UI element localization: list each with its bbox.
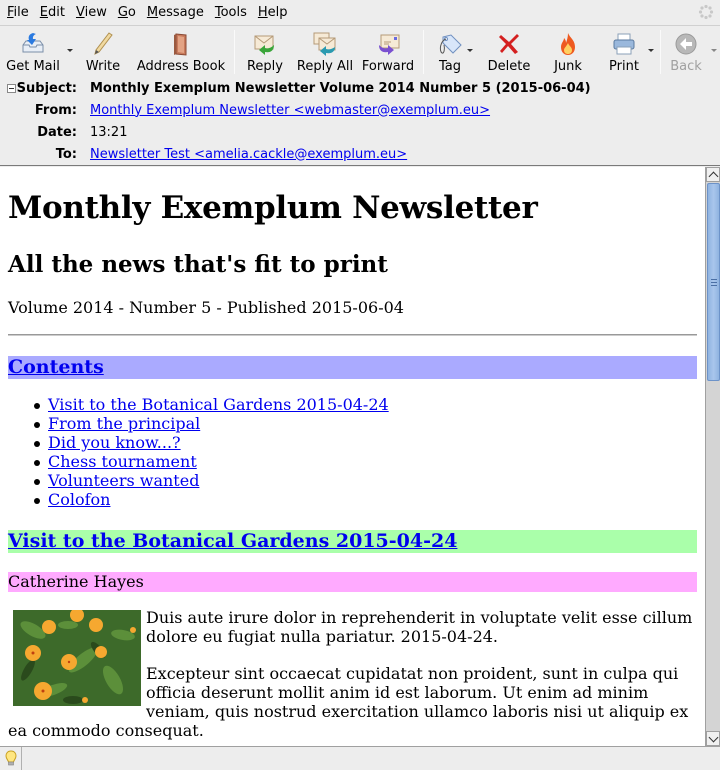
toc-link-did-you-know[interactable]: Did you know...?	[48, 433, 181, 452]
back-button[interactable]: Back	[668, 28, 704, 76]
to-row: To: Newsletter Test <amelia.cackle@exemp…	[0, 144, 407, 164]
toolbar-separator	[234, 30, 235, 74]
toc-link-chess-tournament[interactable]: Chess tournament	[48, 452, 197, 471]
toc-item: Visit to the Botanical Gardens 2015-04-2…	[33, 395, 389, 414]
subject-value: Monthly Exemplum Newsletter Volume 2014 …	[90, 80, 591, 96]
toc-item: Chess tournament	[33, 452, 389, 471]
botanical-gardens-heading-link[interactable]: Visit to the Botanical Gardens 2015-04-2…	[8, 530, 457, 552]
tag-dropdown-arrow[interactable]	[467, 49, 473, 52]
menu-view[interactable]: View	[73, 5, 113, 20]
toolbar-separator	[423, 30, 424, 74]
newsletter-title: Monthly Exemplum Newsletter	[8, 190, 538, 226]
date-value: 13:21	[90, 124, 128, 140]
to-label: To:	[55, 146, 77, 162]
address-book-button[interactable]: Address Book	[135, 28, 227, 76]
volume-line: Volume 2014 - Number 5 - Published 2015-…	[8, 298, 404, 317]
subject-label: Subject:	[16, 80, 77, 96]
toc-item: From the principal	[33, 414, 389, 433]
status-text-area	[23, 747, 720, 770]
message-vertical-scrollbar[interactable]	[705, 167, 720, 746]
menu-tools[interactable]: Tools	[212, 5, 253, 20]
contents-heading-link[interactable]: Contents	[8, 356, 104, 378]
botanical-gardens-heading-bar: Visit to the Botanical Gardens 2015-04-2…	[8, 530, 697, 553]
back-dropdown-arrow[interactable]	[711, 49, 717, 52]
toc-link-botanical-gardens[interactable]: Visit to the Botanical Gardens 2015-04-2…	[48, 395, 389, 414]
scroll-up-arrow[interactable]	[706, 167, 720, 182]
menu-help[interactable]: Help	[255, 5, 294, 20]
delete-button[interactable]: Delete	[486, 28, 532, 76]
get-mail-icon	[22, 33, 44, 53]
date-label: Date:	[37, 124, 77, 140]
toc-link-from-principal[interactable]: From the principal	[48, 414, 200, 433]
toolbar-separator	[660, 30, 661, 74]
toc-link-colofon[interactable]: Colofon	[48, 490, 110, 509]
marigold-flowers-image	[13, 610, 141, 706]
main-toolbar: Get Mail Write Address Book Reply Reply …	[0, 25, 720, 77]
write-button[interactable]: Write	[84, 28, 122, 76]
message-body: Monthly Exemplum Newsletter All the news…	[0, 167, 705, 746]
junk-flame-icon	[561, 33, 575, 55]
from-address-link[interactable]: Monthly Exemplum Newsletter <webmaster@e…	[90, 103, 490, 118]
delete-x-icon	[499, 34, 519, 54]
toc-item: Volunteers wanted	[33, 471, 389, 490]
date-row: Date: 13:21	[0, 122, 127, 142]
reply-icon	[254, 35, 274, 55]
scroll-down-arrow[interactable]	[706, 731, 720, 746]
reply-all-button[interactable]: Reply All	[297, 28, 353, 76]
menu-edit[interactable]: Edit	[37, 5, 71, 20]
subject-row: Subject: Monthly Exemplum Newsletter Vol…	[0, 78, 591, 98]
forward-icon	[379, 34, 400, 55]
tag-icon	[439, 34, 462, 54]
get-mail-button[interactable]: Get Mail	[4, 28, 62, 76]
tag-button[interactable]: Tag	[435, 28, 465, 76]
toc-item: Colofon	[33, 490, 389, 509]
from-label: From:	[34, 102, 77, 118]
lightbulb-icon	[5, 750, 17, 766]
newsletter-subtitle: All the news that's fit to print	[8, 251, 388, 278]
to-address-link[interactable]: Newsletter Test <amelia.cackle@exemplum.…	[90, 147, 407, 162]
menubar: File Edit View Go Message Tools Help	[0, 0, 720, 24]
menu-message[interactable]: Message	[144, 5, 210, 20]
menu-go[interactable]: Go	[115, 5, 142, 20]
reply-all-icon	[313, 32, 336, 56]
article-body: Duis aute irure dolor in reprehenderit i…	[8, 608, 697, 746]
menu-file[interactable]: File	[4, 5, 35, 20]
pencil-icon	[94, 32, 113, 55]
toc-item: Did you know...?	[33, 433, 389, 452]
print-button[interactable]: Print	[605, 28, 643, 76]
print-dropdown-arrow[interactable]	[648, 49, 654, 52]
back-arrow-icon	[675, 33, 697, 55]
contents-heading-bar: Contents	[8, 356, 697, 379]
get-mail-dropdown-arrow[interactable]	[67, 49, 73, 52]
toc-link-volunteers-wanted[interactable]: Volunteers wanted	[48, 471, 199, 490]
junk-button[interactable]: Junk	[552, 28, 584, 76]
scrollbar-grip-icon	[711, 279, 717, 286]
horizontal-rule	[8, 334, 697, 336]
scrollbar-thumb[interactable]	[707, 183, 720, 381]
message-headers: Subject: Monthly Exemplum Newsletter Vol…	[0, 78, 720, 166]
author-bar: Catherine Hayes	[8, 572, 697, 592]
from-row: From: Monthly Exemplum Newsletter <webma…	[0, 100, 490, 120]
printer-icon	[613, 33, 635, 55]
reply-button[interactable]: Reply	[245, 28, 285, 76]
address-book-icon	[174, 33, 187, 56]
status-bar	[0, 746, 720, 770]
activity-throbber-icon	[698, 4, 714, 20]
forward-button[interactable]: Forward	[362, 28, 414, 76]
status-indicator-cell	[0, 747, 22, 770]
table-of-contents: Visit to the Botanical Gardens 2015-04-2…	[33, 395, 389, 509]
